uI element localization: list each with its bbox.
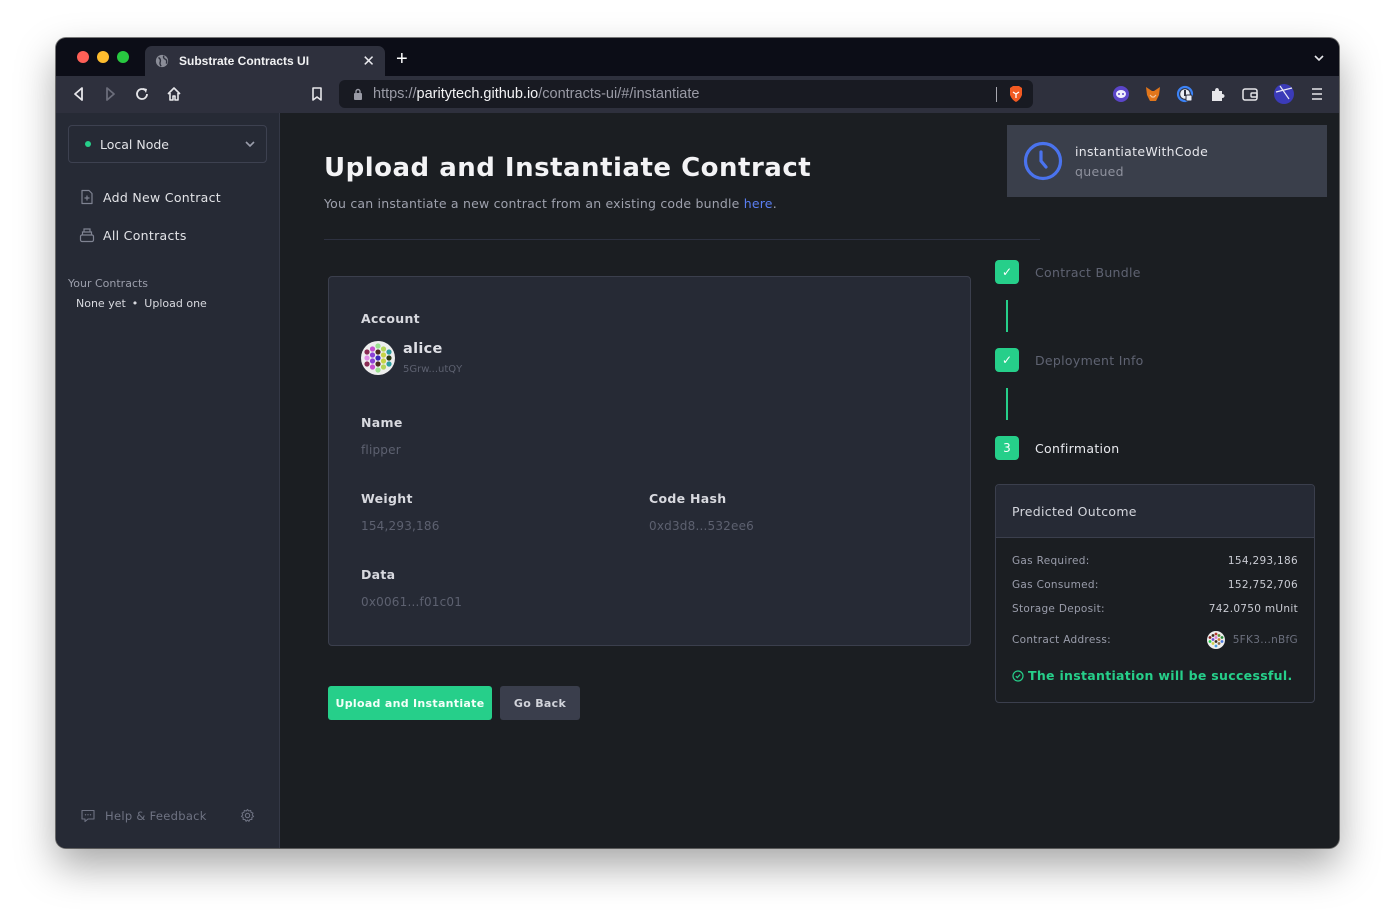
app-root: Local Node Add New Contract All Contract… [56,113,1339,848]
name-value: flipper [361,443,401,457]
chevron-down-icon[interactable] [1313,52,1325,64]
maximize-window-button[interactable] [117,51,129,63]
wallet-icon[interactable] [1241,85,1259,103]
help-feedback-link[interactable]: Help & Feedback [81,809,207,823]
close-tab-icon[interactable]: ✕ [362,52,375,70]
transaction-toast: instantiateWithCode queued [1007,125,1327,197]
check-icon: ✓ [995,260,1019,284]
lock-icon [354,88,362,100]
status-dot [85,141,91,147]
step-number: 3 [995,436,1019,460]
help-feedback-label: Help & Feedback [105,809,207,823]
data-value: 0x0061...f01c01 [361,595,463,609]
storage-deposit-row: Storage Deposit: 742.0750 mUnit [1012,603,1298,615]
browser-tab[interactable]: Substrate Contracts UI ✕ [145,46,385,76]
check-circle-icon [1012,669,1024,682]
chat-bubble-icon [81,809,95,823]
go-back-button[interactable]: Go Back [500,686,580,720]
sidebar-item-add-new-contract[interactable]: Add New Contract [79,189,221,205]
home-icon[interactable] [165,85,183,103]
browser-window: Substrate Contracts UI ✕ + https://parit… [56,38,1339,848]
account-name: alice [403,341,443,357]
sidebar-item-label: All Contracts [103,227,187,243]
contract-address-value: 5FK3...nBfG [1232,634,1298,646]
step-contract-bundle: ✓ Contract Bundle [995,260,1141,284]
page-title: Upload and Instantiate Contract [324,153,812,183]
clock-icon [1023,141,1063,181]
forward-icon[interactable] [101,85,119,103]
predicted-outcome-title: Predicted Outcome [1012,503,1137,519]
puzzle-extensions-icon[interactable] [1208,85,1226,103]
step-connector [1006,388,1008,420]
back-icon[interactable] [70,85,88,103]
code-hash-label: Code Hash [649,491,727,506]
step-deployment-info: ✓ Deployment Info [995,348,1144,372]
predicted-outcome-panel: Predicted Outcome Gas Required: 154,293,… [995,484,1315,703]
toast-title: instantiateWithCode [1075,143,1209,159]
data-label: Data [361,567,396,582]
polkadot-js-icon[interactable] [1112,85,1130,103]
name-label: Name [361,415,403,430]
step-label: Confirmation [1035,440,1120,456]
new-tab-button[interactable]: + [396,48,408,71]
metamask-icon[interactable] [1144,85,1162,103]
sidebar-item-label: Add New Contract [103,189,221,205]
step-label: Deployment Info [1035,352,1144,368]
gas-consumed-value: 152,752,706 [1227,579,1298,591]
upload-one-link[interactable]: Upload one [144,297,207,310]
weight-value: 154,293,186 [361,519,440,533]
code-bundle-link[interactable]: here [744,196,773,211]
toast-status: queued [1075,163,1124,179]
tab-title: Substrate Contracts UI [179,54,310,68]
close-window-button[interactable] [77,51,89,63]
reload-icon[interactable] [133,85,151,103]
step-connector [1006,300,1008,332]
sidebar: Local Node Add New Contract All Contract… [56,113,280,848]
profile-icon[interactable] [1273,83,1295,105]
your-contracts-heading: Your Contracts [68,277,149,290]
none-yet-text: None yet [76,297,126,310]
gas-consumed-row: Gas Consumed: 152,752,706 [1012,579,1298,591]
contract-identicon [1206,631,1225,649]
minimize-window-button[interactable] [97,51,109,63]
code-hash-value: 0xd3d8...532ee6 [649,519,754,533]
brave-shield-icon[interactable] [1008,85,1024,103]
contract-address-row: Contract Address: 5FK3...nBfG [1012,631,1298,649]
bullet-separator: • [131,297,139,310]
url-text: https://paritytech.github.io/contracts-u… [373,86,700,102]
main-content: Upload and Instantiate Contract You can … [281,113,1339,848]
account-identicon [361,341,395,375]
address-bar[interactable]: https://paritytech.github.io/contracts-u… [339,80,1033,108]
browser-toolbar: https://paritytech.github.io/contracts-u… [56,76,1339,113]
success-message: The instantiation will be successful. [1012,668,1293,683]
gas-required-row: Gas Required: 154,293,186 [1012,555,1298,567]
storage-deposit-value: 742.0750 mUnit [1208,603,1298,615]
node-selector[interactable]: Local Node [68,125,267,163]
step-confirmation: 3 Confirmation [995,436,1119,460]
your-contracts-empty: None yet • Upload one [76,297,207,310]
gas-required-value: 154,293,186 [1227,555,1298,567]
file-plus-icon [81,189,93,205]
sidebar-item-all-contracts[interactable]: All Contracts [79,227,187,243]
weight-label: Weight [361,491,413,506]
tab-strip: Substrate Contracts UI ✕ + [56,38,1339,76]
step-label: Contract Bundle [1035,264,1141,280]
hamburger-menu-icon[interactable] [1308,85,1326,103]
bookmark-icon[interactable] [308,85,326,103]
stack-icon [79,228,95,243]
chevron-down-icon [245,141,255,148]
node-selector-label: Local Node [100,136,169,152]
predicted-outcome-header: Predicted Outcome [996,485,1314,538]
check-icon: ✓ [995,348,1019,372]
account-label: Account [361,311,420,326]
url-separator [996,87,997,102]
gear-icon[interactable] [240,808,255,823]
page-subtitle: You can instantiate a new contract from … [324,196,777,211]
globe-icon [155,54,169,68]
header-divider [324,239,1040,240]
upload-and-instantiate-button[interactable]: Upload and Instantiate [328,686,492,720]
password-manager-icon[interactable] [1176,85,1194,103]
deployment-summary-card: Account alice 5Grw...utQY Name flipper W… [328,276,971,646]
account-address: 5Grw...utQY [403,364,463,375]
